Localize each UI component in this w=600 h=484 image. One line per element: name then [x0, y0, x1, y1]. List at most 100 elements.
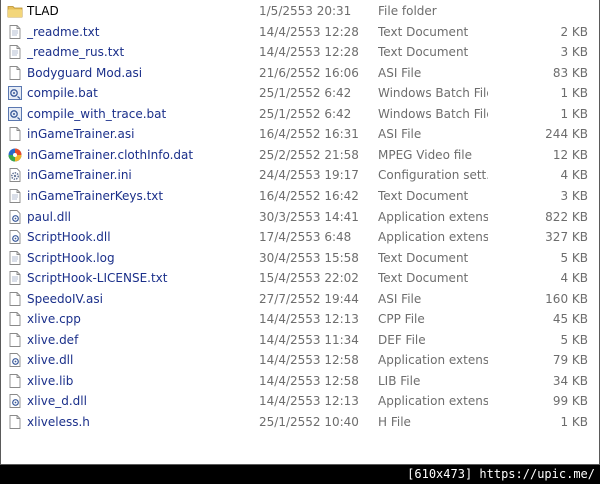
- file-type: Text Document: [378, 188, 469, 203]
- file-row[interactable]: xlive.def 14/4/2553 11:34 DEF File 5 KB: [1, 330, 599, 350]
- file-name: xlive_d.dll: [27, 394, 87, 409]
- file-type: Application extens...: [378, 353, 488, 368]
- file-date-modified: 30/3/2553 14:41: [259, 209, 359, 224]
- file-type: ASI File: [378, 291, 422, 306]
- dll-file-icon: [7, 229, 23, 245]
- file-type: Application extens...: [378, 230, 488, 245]
- file-row[interactable]: TLAD 1/5/2553 20:31 File folder: [1, 1, 599, 21]
- text-document-icon: [7, 270, 23, 286]
- file-type: DEF File: [378, 332, 426, 347]
- file-size: 3 KB: [560, 45, 588, 60]
- file-date-modified: 25/2/2552 21:58: [259, 147, 359, 162]
- file-row[interactable]: _readme.txt 14/4/2553 12:28 Text Document 2…: [1, 22, 599, 42]
- file-type: Text Document: [378, 45, 469, 60]
- file-date-modified: 14/4/2553 12:28: [259, 24, 359, 39]
- file-date-modified: 14/4/2553 12:13: [259, 312, 359, 327]
- file-date-modified: 15/4/2553 22:02: [259, 271, 359, 286]
- file-row[interactable]: inGameTrainer.asi 16/4/2552 16:31 ASI File…: [1, 124, 599, 144]
- file-date-modified: 14/4/2553 12:28: [259, 45, 359, 60]
- file-size: 5 KB: [560, 250, 588, 265]
- file-date-modified: 27/7/2552 19:44: [259, 291, 359, 306]
- file-type: Windows Batch File: [378, 106, 488, 121]
- file-name: xlive.dll: [27, 353, 74, 368]
- file-row[interactable]: ScriptHook-LICENSE.txt 15/4/2553 22:02 Tex…: [1, 268, 599, 288]
- file-size: 79 KB: [552, 353, 588, 368]
- file-name: xlive.lib: [27, 373, 74, 388]
- file-row[interactable]: xlive.lib 14/4/2553 12:58 LIB File 34 KB: [1, 371, 599, 391]
- file-type: LIB File: [378, 373, 421, 388]
- file-row[interactable]: ScriptHook.dll 17/4/2553 6:48 Application …: [1, 227, 599, 247]
- footer-bar: [610x473] https://upic.me/: [0, 465, 600, 484]
- text-document-icon: [7, 44, 23, 60]
- file-date-modified: 25/1/2552 6:42: [259, 106, 352, 121]
- file-name: ScriptHook.dll: [27, 230, 111, 245]
- file-name: inGameTrainer.ini: [27, 168, 132, 183]
- file-row[interactable]: inGameTrainerKeys.txt 16/4/2552 16:42 Text…: [1, 186, 599, 206]
- dll-file-icon: [7, 352, 23, 368]
- file-type: H File: [378, 415, 411, 429]
- file-date-modified: 24/4/2553 19:17: [259, 168, 359, 183]
- file-name: inGameTrainer.asi: [27, 127, 135, 142]
- file-row[interactable]: xliveless.h 25/1/2552 10:40 H File 1 KB: [1, 412, 599, 432]
- file-list-panel: TLAD 1/5/2553 20:31 File folder _readme.txt…: [0, 0, 600, 465]
- file-size: 1 KB: [560, 415, 588, 429]
- file-row[interactable]: Bodyguard Mod.asi 21/6/2552 16:06 ASI File…: [1, 63, 599, 83]
- file-date-modified: 30/4/2553 15:58: [259, 250, 359, 265]
- file-row[interactable]: xlive.cpp 14/4/2553 12:13 CPP File 45 KB: [1, 309, 599, 329]
- generic-file-icon: [7, 373, 23, 389]
- file-date-modified: 17/4/2553 6:48: [259, 230, 352, 245]
- file-name: _readme_rus.txt: [27, 45, 125, 60]
- file-name: TLAD: [27, 4, 59, 18]
- generic-file-icon: [7, 126, 23, 142]
- generic-file-icon: [7, 291, 23, 307]
- file-size: 5 KB: [560, 332, 588, 347]
- file-row[interactable]: xlive.dll 14/4/2553 12:58 Application exte…: [1, 350, 599, 370]
- file-size: 2 KB: [560, 24, 588, 39]
- file-name: xliveless.h: [27, 415, 90, 429]
- file-name: compile.bat: [27, 86, 98, 101]
- file-size: 3 KB: [560, 188, 588, 203]
- file-date-modified: 16/4/2552 16:42: [259, 188, 359, 203]
- text-document-icon: [7, 24, 23, 40]
- file-size: 45 KB: [552, 312, 588, 327]
- text-document-icon: [7, 188, 23, 204]
- file-name: inGameTrainer.clothInfo.dat: [27, 147, 194, 162]
- file-row[interactable]: _readme_rus.txt 14/4/2553 12:28 Text Docum…: [1, 42, 599, 62]
- file-date-modified: 1/5/2553 20:31: [259, 4, 352, 18]
- file-type: CPP File: [378, 312, 425, 327]
- file-row[interactable]: ScriptHook.log 30/4/2553 15:58 Text Docume…: [1, 248, 599, 268]
- file-type: File folder: [378, 4, 437, 18]
- watermark-text: [610x473] https://upic.me/: [407, 467, 595, 481]
- folder-icon: [7, 3, 23, 19]
- batch-file-icon: [7, 106, 23, 122]
- file-type: Windows Batch File: [378, 86, 488, 101]
- file-date-modified: 25/1/2552 10:40: [259, 415, 359, 429]
- file-row[interactable]: compile_with_trace.bat 25/1/2552 6:42 Wind…: [1, 104, 599, 124]
- file-size: 1 KB: [560, 106, 588, 121]
- file-type: Text Document: [378, 250, 469, 265]
- file-type: Application extens...: [378, 394, 488, 409]
- file-size: 822 KB: [545, 209, 588, 224]
- file-row[interactable]: inGameTrainer.clothInfo.dat 25/2/2552 21:…: [1, 145, 599, 165]
- generic-file-icon: [7, 414, 23, 430]
- file-row[interactable]: paul.dll 30/3/2553 14:41 Application exten…: [1, 207, 599, 227]
- file-type: ASI File: [378, 65, 422, 80]
- file-type: Application extens...: [378, 209, 488, 224]
- file-date-modified: 25/1/2552 6:42: [259, 86, 352, 101]
- file-type: Text Document: [378, 24, 469, 39]
- video-file-icon: [7, 147, 23, 163]
- file-row[interactable]: xlive_d.dll 14/4/2553 12:13 Application ex…: [1, 391, 599, 411]
- file-row[interactable]: inGameTrainer.ini 24/4/2553 19:17 Configur…: [1, 165, 599, 185]
- dll-file-icon: [7, 393, 23, 409]
- file-row[interactable]: compile.bat 25/1/2552 6:42 Windows Batch F…: [1, 83, 599, 103]
- file-name: compile_with_trace.bat: [27, 106, 167, 121]
- file-row[interactable]: SpeedoIV.asi 27/7/2552 19:44 ASI File 160 K…: [1, 289, 599, 309]
- file-name: ScriptHook-LICENSE.txt: [27, 271, 168, 286]
- file-name: xlive.cpp: [27, 312, 81, 327]
- file-size: 34 KB: [552, 373, 588, 388]
- file-name: paul.dll: [27, 209, 72, 224]
- file-size: 1 KB: [560, 86, 588, 101]
- file-size: 244 KB: [545, 127, 588, 142]
- file-date-modified: 14/4/2553 12:13: [259, 394, 359, 409]
- generic-file-icon: [7, 65, 23, 81]
